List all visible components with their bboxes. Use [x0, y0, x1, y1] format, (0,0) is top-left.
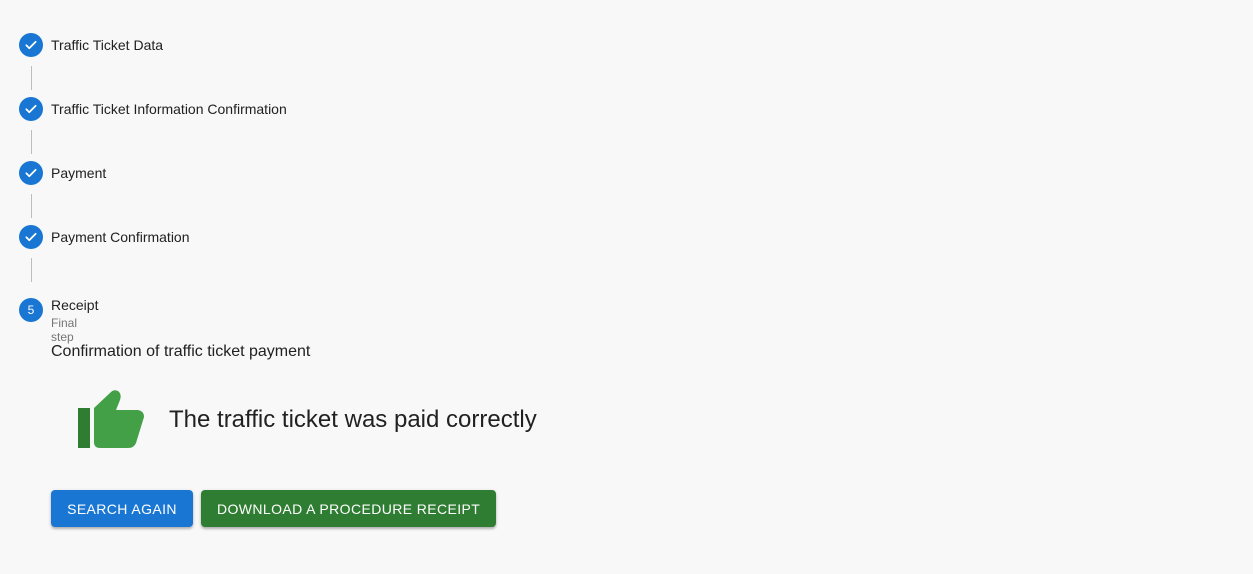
step-payment-confirmation: Payment Confirmation: [19, 225, 190, 249]
step-connector: [31, 66, 32, 90]
step-connector: [31, 194, 32, 218]
step-label: Payment Confirmation: [51, 229, 190, 245]
success-message: The traffic ticket was paid correctly: [169, 406, 537, 433]
step-traffic-ticket-information-confirmation: Traffic Ticket Information Confirmation: [19, 97, 287, 121]
step-traffic-ticket-data: Traffic Ticket Data: [19, 33, 163, 57]
receipt-content: Confirmation of traffic ticket payment T…: [51, 340, 537, 527]
thumb-up-icon: [78, 390, 144, 448]
step-receipt: 5 Receipt Final step: [19, 297, 98, 344]
check-circle-icon: [19, 225, 43, 249]
success-message-row: The traffic ticket was paid correctly: [78, 390, 537, 450]
step-label: Traffic Ticket Data: [51, 37, 164, 53]
step-receipt-text: Receipt Final step: [51, 295, 98, 344]
check-circle-icon: [19, 161, 43, 185]
check-circle-icon: [19, 33, 43, 57]
step-number: 5: [27, 303, 35, 317]
check-circle-icon: [19, 97, 43, 121]
step-connector: [31, 258, 32, 282]
search-again-button[interactable]: Search again: [51, 490, 193, 527]
step-label: Receipt: [51, 297, 99, 313]
step-label: Traffic Ticket Information Confirmation: [51, 101, 287, 117]
download-receipt-button[interactable]: Download a procedure receipt: [201, 490, 496, 527]
step-label: Payment: [51, 165, 107, 181]
step-payment: Payment: [19, 161, 106, 185]
receipt-title: Confirmation of traffic ticket payment: [51, 343, 311, 360]
step-number-badge: 5: [19, 298, 43, 322]
step-connector: [31, 130, 32, 154]
action-buttons: Search again Download a procedure receip…: [51, 490, 496, 527]
